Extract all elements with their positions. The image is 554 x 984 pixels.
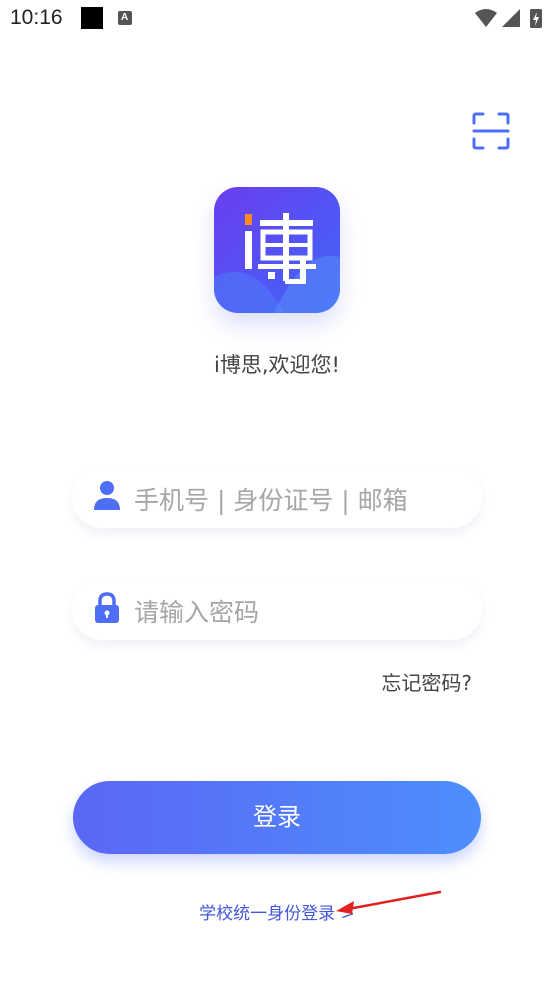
scan-button[interactable]	[472, 112, 510, 150]
welcome-text: i博思,欢迎您!	[214, 353, 340, 377]
wifi-icon	[475, 9, 497, 27]
username-placeholder: 手机号 | 身份证号 | 邮箱	[134, 486, 408, 515]
notification-square-icon	[81, 7, 103, 29]
login-screen: 10:16 A i博思,欢迎您! 手机号 | 身份证号 | 邮箱 请输入密码 忘…	[0, 0, 554, 984]
red-arrow-annotation	[336, 890, 442, 914]
signal-icon	[502, 9, 520, 27]
status-time: 10:16	[10, 6, 63, 29]
notification-letter: A	[121, 12, 129, 23]
user-icon	[94, 481, 120, 510]
password-field[interactable]: 请输入密码	[72, 578, 482, 640]
username-field[interactable]: 手机号 | 身份证号 | 邮箱	[72, 466, 482, 528]
status-icons	[475, 9, 542, 28]
font-a-icon: A	[118, 11, 132, 25]
scan-icon	[472, 112, 510, 150]
forgot-password-link[interactable]: 忘记密码?	[381, 667, 472, 696]
school-sso-login-link[interactable]: 学校统一身份登录 >	[0, 899, 554, 924]
status-bar: 10:16 A	[0, 0, 554, 38]
login-button[interactable]: 登录	[73, 781, 481, 854]
lock-icon	[95, 592, 119, 623]
password-placeholder: 请输入密码	[134, 598, 260, 627]
app-logo	[214, 187, 340, 313]
app-logo-image	[214, 187, 340, 313]
